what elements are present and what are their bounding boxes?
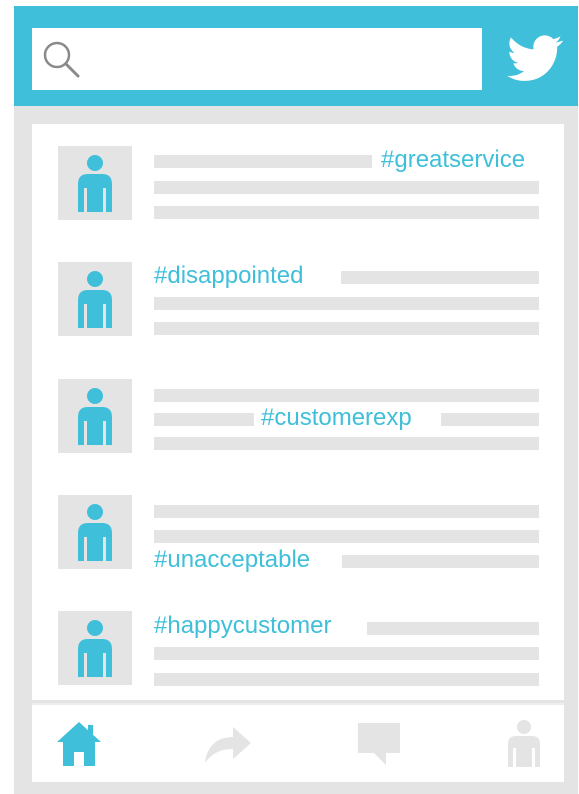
text-placeholder-bar [441, 413, 539, 426]
user-icon [78, 504, 112, 561]
text-placeholder-bar [154, 322, 539, 335]
text-placeholder-bar [154, 505, 539, 518]
text-placeholder-bar [154, 413, 254, 426]
avatar [58, 495, 132, 569]
text-placeholder-bar [341, 271, 539, 284]
user-icon [78, 620, 112, 677]
avatar [58, 262, 132, 336]
text-placeholder-bar [154, 181, 539, 194]
text-placeholder-bar [154, 389, 539, 402]
tweet-item[interactable]: #unacceptable [32, 495, 564, 575]
user-icon [78, 155, 112, 212]
home-icon[interactable] [54, 719, 104, 769]
profile-icon[interactable] [499, 719, 549, 769]
search-input[interactable] [86, 28, 480, 92]
hashtag-link[interactable]: #customerexp [261, 404, 412, 432]
tweet-feed: #greatservice #disappointed #customerexp… [32, 124, 564, 700]
avatar [58, 379, 132, 453]
tweet-item[interactable]: #happycustomer [32, 611, 564, 691]
text-placeholder-bar [154, 297, 539, 310]
bottom-nav [32, 703, 564, 782]
hashtag-link[interactable]: #greatservice [381, 146, 525, 174]
hashtag-link[interactable]: #unacceptable [154, 546, 310, 574]
text-placeholder-bar [154, 647, 539, 660]
avatar [58, 146, 132, 220]
text-placeholder-bar [154, 530, 539, 543]
search-icon [43, 41, 80, 78]
text-placeholder-bar [154, 155, 372, 168]
phone-frame: #greatservice #disappointed #customerexp… [14, 6, 578, 794]
user-icon [78, 271, 112, 328]
text-placeholder-bar [342, 555, 539, 568]
hashtag-link[interactable]: #happycustomer [154, 612, 331, 640]
tweet-item[interactable]: #greatservice [32, 146, 564, 226]
messages-icon[interactable] [354, 719, 404, 769]
tweet-item[interactable]: #disappointed [32, 262, 564, 342]
top-bar [14, 6, 578, 106]
twitter-bird-icon[interactable] [504, 30, 566, 86]
text-placeholder-bar [154, 206, 539, 219]
search-box[interactable] [32, 28, 482, 92]
user-icon [78, 388, 112, 445]
text-placeholder-bar [154, 437, 539, 450]
retweet-icon[interactable] [202, 719, 252, 769]
hashtag-link[interactable]: #disappointed [154, 262, 303, 290]
text-placeholder-bar [154, 673, 539, 686]
avatar [58, 611, 132, 685]
tweet-item[interactable]: #customerexp [32, 379, 564, 459]
text-placeholder-bar [367, 622, 539, 635]
